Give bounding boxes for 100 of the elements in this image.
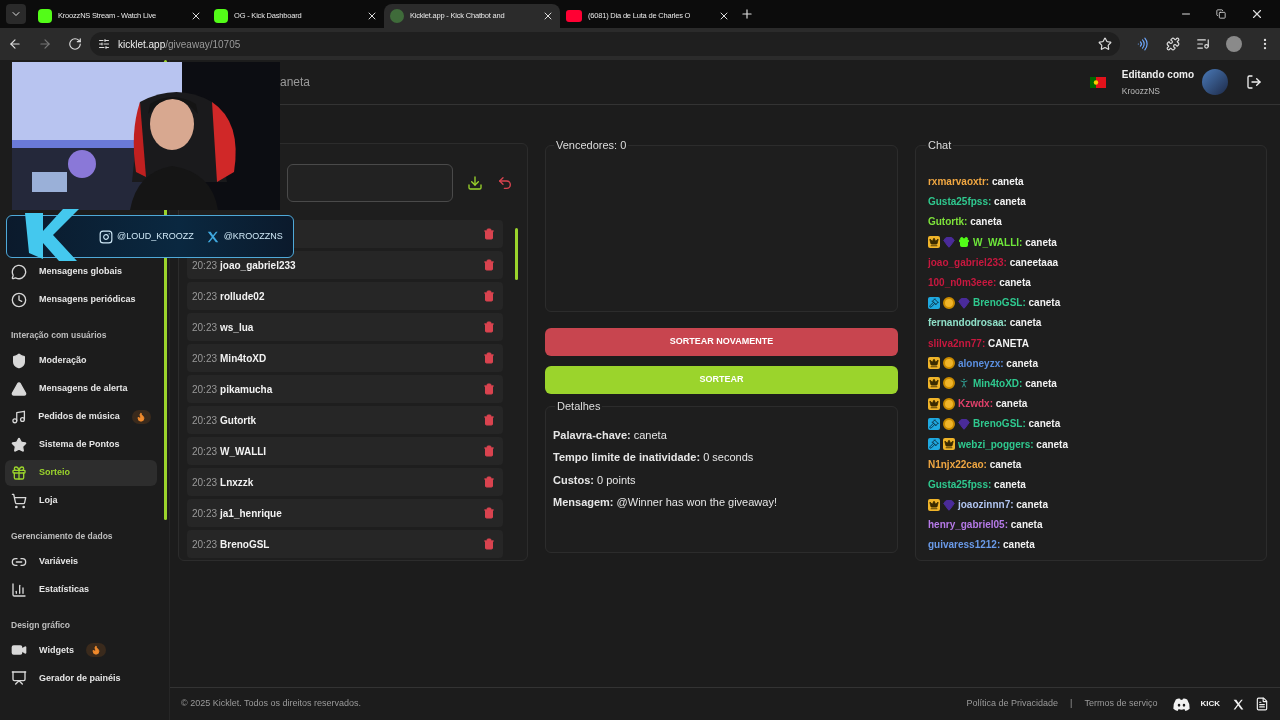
- chat-message: fernandodrosaa: caneta: [927, 316, 1042, 331]
- delete-icon[interactable]: [483, 538, 495, 550]
- participant-time: 20:23: [192, 351, 218, 366]
- bookmark-icon[interactable]: [1098, 37, 1112, 51]
- delete-icon[interactable]: [483, 445, 495, 457]
- sidebar-item[interactable]: Moderação: [5, 347, 157, 374]
- address-field[interactable]: kicklet.app/giveaway/10705: [90, 32, 1120, 56]
- sidebar-item[interactable]: Loja: [5, 487, 157, 514]
- chat-message: Gusta25fpss: caneta: [927, 477, 1026, 492]
- winners-title: Vencedores: 0: [555, 138, 628, 153]
- sidebar-item[interactable]: Mensagens periódicas: [5, 287, 157, 313]
- coin-badge-icon: [942, 296, 955, 309]
- sidebar-item[interactable]: Estatísticas: [5, 576, 157, 603]
- delete-icon[interactable]: [483, 228, 495, 240]
- footer-link[interactable]: Termos de serviço: [1084, 697, 1158, 711]
- participant-time: 20:23: [192, 506, 218, 521]
- download-icon[interactable]: [467, 175, 483, 191]
- media-icon[interactable]: [1196, 37, 1210, 51]
- delete-icon[interactable]: [483, 507, 495, 519]
- close-icon[interactable]: [718, 10, 730, 22]
- search-field[interactable]: [287, 164, 453, 202]
- sidebar-section-title: Interação com usuários: [10, 329, 108, 342]
- participant-name: joao_gabriel233: [220, 258, 297, 273]
- participant-time: 20:23: [192, 444, 218, 459]
- hammer-badge-icon: [927, 438, 940, 451]
- document-icon[interactable]: [1255, 697, 1269, 711]
- reload-icon[interactable]: [68, 37, 82, 51]
- participant-name: W_WALLI: [220, 444, 268, 459]
- delete-icon[interactable]: [483, 321, 495, 333]
- sidebar-section-title: Design gráfico: [10, 618, 72, 632]
- sidebar-item[interactable]: Variáveis: [5, 548, 157, 575]
- chat-icon: [11, 264, 27, 280]
- sidebar-item[interactable]: Mensagens de alerta: [5, 375, 157, 402]
- url-text: kicklet.app/giveaway/10705: [118, 37, 241, 52]
- sidebar-item[interactable]: Mensagens globais: [5, 259, 157, 285]
- participant-time: 20:23: [192, 320, 218, 335]
- footer-link[interactable]: Política de Privacidade: [966, 697, 1059, 711]
- detail-line: Palavra-chave: caneta: [553, 427, 668, 443]
- chat-message: Gusta25fpss: caneta: [927, 195, 1026, 210]
- delete-icon[interactable]: [483, 352, 495, 364]
- footer-separator: |: [1070, 697, 1073, 711]
- instagram-icon: [99, 229, 113, 244]
- profile-avatar[interactable]: [1226, 36, 1242, 52]
- x-logo-icon[interactable]: [1232, 697, 1245, 711]
- chat-message: W_WALLI: caneta: [972, 235, 1057, 250]
- delete-icon[interactable]: [483, 383, 495, 395]
- chat-message: guivaress1212: caneta: [927, 538, 1035, 553]
- kick-icon: [214, 9, 228, 23]
- delete-icon[interactable]: [483, 290, 495, 302]
- restore-icon[interactable]: [1216, 9, 1226, 19]
- chat-message: BrenoGSL: caneta: [972, 296, 1061, 311]
- k-logo-icon: [23, 208, 81, 261]
- participant-name: ja1_henrique: [220, 506, 283, 521]
- participant-time: 20:23: [192, 289, 218, 304]
- sidebar-item[interactable]: Widgets: [5, 637, 157, 664]
- instagram-handle: @LOUD_KROOZZ: [117, 229, 194, 243]
- participant-name: Lnxzzk: [220, 475, 255, 490]
- participant-time: 20:23: [192, 258, 218, 273]
- participant-name: ws_lua: [220, 320, 255, 335]
- gem-badge-icon: [957, 417, 970, 430]
- delete-icon[interactable]: [483, 414, 495, 426]
- chat-message: N1njx22cao: caneta: [927, 457, 1022, 472]
- participant-name: Gutortk: [220, 413, 258, 428]
- crown-badge-icon: [927, 377, 940, 390]
- sidebar-item[interactable]: Pedidos de música: [5, 403, 157, 430]
- star-icon: [11, 436, 27, 453]
- close-icon[interactable]: [542, 10, 554, 22]
- close-icon[interactable]: [366, 10, 378, 22]
- sidebar-item[interactable]: Sorteio: [5, 459, 157, 486]
- new-tab-icon[interactable]: [740, 7, 754, 21]
- back-icon[interactable]: [8, 37, 22, 51]
- forward-icon[interactable]: [38, 37, 52, 51]
- sidebar-item[interactable]: Sistema de Pontos: [5, 431, 157, 458]
- delete-icon[interactable]: [483, 259, 495, 271]
- cart-icon: [11, 492, 27, 509]
- kick-logo[interactable]: KICK: [1200, 698, 1220, 710]
- discord-icon[interactable]: [1173, 697, 1191, 711]
- chat-title: Chat: [926, 138, 953, 153]
- kicklet-icon: [390, 9, 404, 23]
- copyright-text: © 2025 Kicklet. Todos os direitos reservados.: [181, 697, 362, 711]
- undo-icon[interactable]: [497, 175, 513, 191]
- detail-line: Tempo limite de inatividade: 0 seconds: [553, 450, 755, 465]
- broadcast-icon[interactable]: [1136, 37, 1150, 51]
- logout-icon[interactable]: [1246, 74, 1262, 90]
- user-avatar[interactable]: [1202, 69, 1228, 95]
- tab-search-button[interactable]: [6, 4, 26, 24]
- extensions-icon[interactable]: [1166, 37, 1180, 51]
- close-icon[interactable]: [190, 10, 202, 22]
- sidebar-item[interactable]: Gerador de painéis: [5, 665, 157, 692]
- youtube-icon: [566, 10, 582, 22]
- chat-message: BrenoGSL: caneta: [972, 417, 1061, 432]
- sidebar-section-title: Gerenciamento de dados: [10, 529, 114, 543]
- list-scrollbar-thumb[interactable]: [515, 228, 518, 280]
- participant-name: BrenoGSL: [220, 537, 271, 552]
- hammer-badge-icon: [927, 296, 940, 309]
- username: KroozzNS: [1121, 84, 1162, 98]
- detail-line: Mensagem: @Winner has won the giveaway!: [553, 495, 778, 510]
- redraw-button[interactable]: SORTEAR NOVAMENTE: [545, 328, 898, 356]
- delete-icon[interactable]: [483, 476, 495, 488]
- close-window-icon[interactable]: [1250, 7, 1264, 21]
